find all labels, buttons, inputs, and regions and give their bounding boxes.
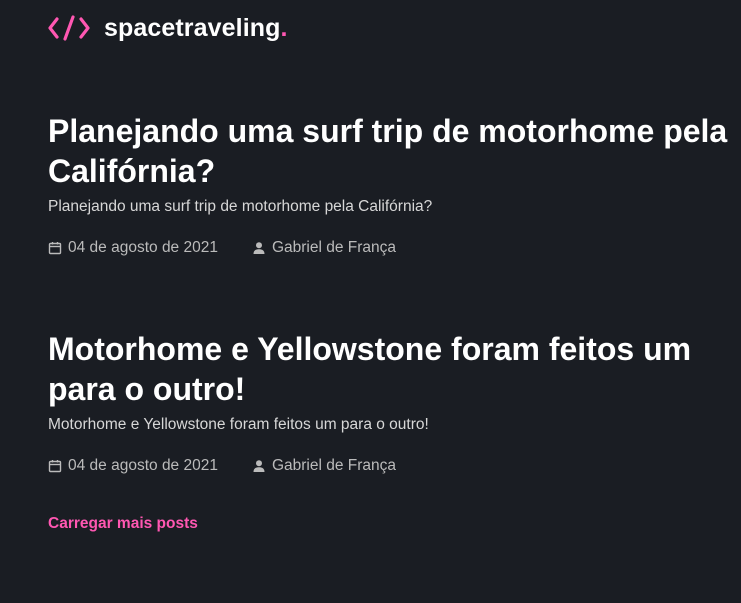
calendar-icon [48,460,62,473]
post-title[interactable]: Motorhome e Yellowstone foram feitos um … [48,329,728,409]
user-icon [253,242,265,254]
post-title[interactable]: Planejando uma surf trip de motorhome pe… [48,111,728,191]
post-author: Gabriel de França [252,239,396,257]
post-subtitle: Planejando uma surf trip de motorhome pe… [48,198,433,215]
code-brackets-icon[interactable] [48,15,90,41]
logo-dot: . [280,13,288,42]
post-date: 04 de agosto de 2021 [48,239,218,257]
load-more-button[interactable]: Carregar mais posts [48,514,198,534]
post-date-text: 04 de agosto de 2021 [68,239,218,256]
post-author: Gabriel de França [252,457,396,475]
post-item[interactable]: Motorhome e Yellowstone foram feitos um … [48,329,728,476]
post-meta: 04 de agosto de 2021 Gabriel de França [48,456,728,476]
post-date-text: 04 de agosto de 2021 [68,457,218,474]
site-header: spacetraveling. [48,12,287,44]
post-subtitle: Motorhome e Yellowstone foram feitos um … [48,416,429,433]
post-author-text: Gabriel de França [271,239,397,256]
post-meta: 04 de agosto de 2021 Gabriel de França [48,238,728,258]
post-date: 04 de agosto de 2021 [48,457,218,475]
logo-text[interactable]: spacetraveling [104,14,281,43]
calendar-icon [48,242,62,255]
post-item[interactable]: Planejando uma surf trip de motorhome pe… [48,111,728,258]
user-icon [253,460,265,472]
post-author-text: Gabriel de França [271,457,397,474]
